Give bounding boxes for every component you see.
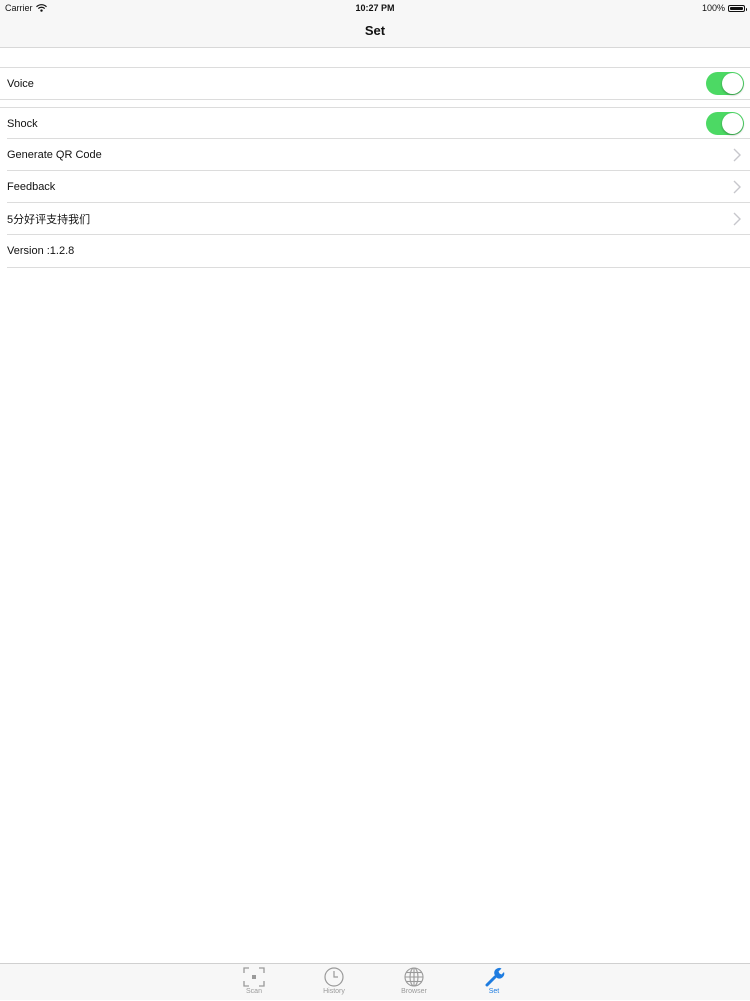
battery-percent: 100% xyxy=(701,3,725,13)
feedback-row[interactable]: Feedback xyxy=(0,171,750,203)
tab-history-label: History xyxy=(323,988,345,995)
status-bar: Carrier 10:27 PM 100% xyxy=(0,0,750,16)
toggle-knob xyxy=(722,113,743,134)
voice-row: Voice xyxy=(0,68,750,99)
clock-icon xyxy=(324,967,344,987)
shock-row: Shock xyxy=(0,108,750,139)
divider xyxy=(7,267,750,268)
voice-toggle[interactable] xyxy=(706,72,744,95)
voice-label: Voice xyxy=(7,77,34,90)
globe-icon xyxy=(404,967,424,987)
tab-bar: Scan History Browser Set xyxy=(0,963,750,1000)
version-row: Version :1.2.8 xyxy=(0,235,750,267)
toggle-knob xyxy=(722,73,743,94)
rate-app-label: 5分好评支持我们 xyxy=(7,214,91,226)
chevron-right-icon xyxy=(733,148,741,162)
battery-icon xyxy=(728,4,747,12)
tab-scan[interactable]: Scan xyxy=(224,964,284,1001)
chevron-right-icon xyxy=(733,180,741,194)
divider xyxy=(0,99,750,100)
chevron-right-icon xyxy=(733,212,741,226)
tab-history[interactable]: History xyxy=(304,964,364,1001)
shock-toggle[interactable] xyxy=(706,112,744,135)
tab-browser[interactable]: Browser xyxy=(384,964,444,1001)
wrench-icon xyxy=(485,967,505,987)
status-right: 100% xyxy=(701,0,747,16)
version-label: Version :1.2.8 xyxy=(7,245,75,257)
rate-app-row[interactable]: 5分好评支持我们 xyxy=(0,203,750,235)
tab-browser-label: Browser xyxy=(401,988,427,995)
generate-qr-row[interactable]: Generate QR Code xyxy=(0,139,750,171)
feedback-label: Feedback xyxy=(7,181,56,193)
scan-icon xyxy=(243,967,265,987)
nav-bar: Set xyxy=(0,16,750,48)
page-title: Set xyxy=(364,23,386,38)
status-time: 10:27 PM xyxy=(355,3,395,13)
shock-label: Shock xyxy=(7,117,38,130)
generate-qr-label: Generate QR Code xyxy=(7,149,102,161)
tab-set[interactable]: Set xyxy=(464,964,524,1001)
tab-scan-label: Scan xyxy=(246,988,262,995)
tab-set-label: Set xyxy=(488,988,500,995)
